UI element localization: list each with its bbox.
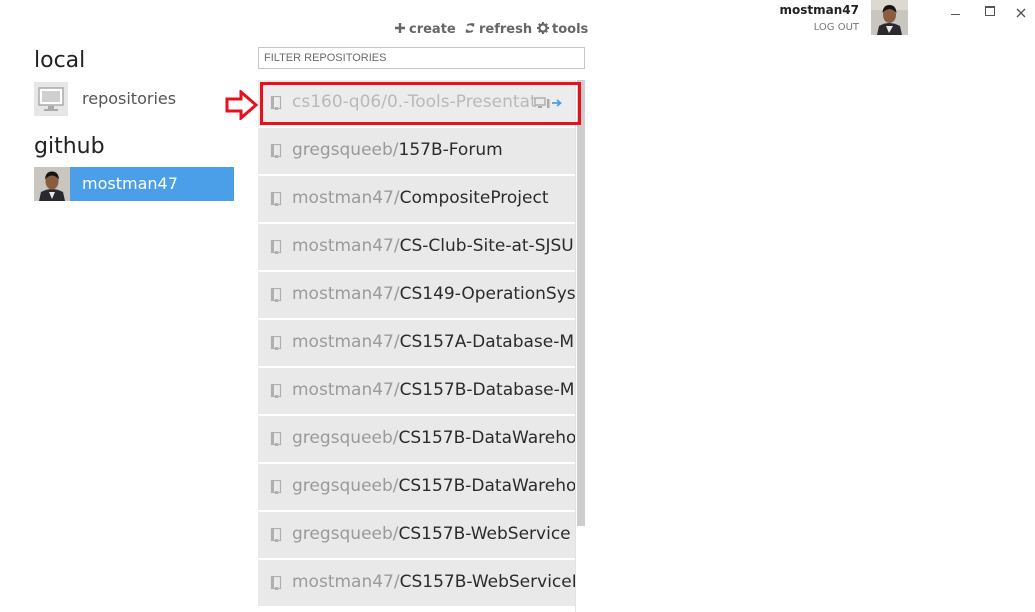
repository-name: mostman47/CompositeProject	[292, 188, 549, 208]
repository-owner: cs160-q06/	[292, 92, 387, 112]
account-avatar	[34, 167, 70, 201]
repository-item[interactable]: mostman47/CS-Club-Site-at-SJSU	[258, 224, 575, 270]
maximize-button[interactable]	[982, 5, 998, 21]
repository-title: CS157B-DataWarehou	[398, 476, 575, 496]
close-button[interactable]	[1013, 5, 1029, 21]
repository-owner: gregsqueeb/	[292, 428, 399, 448]
repository-owner: gregsqueeb/	[292, 476, 399, 496]
repository-title: CS157B-DataWarehou	[398, 428, 575, 448]
github-account-item[interactable]: mostman47	[34, 167, 234, 201]
create-label: create	[409, 22, 456, 37]
plus-icon	[395, 23, 405, 33]
book-icon	[270, 432, 282, 446]
repository-name: mostman47/CS157B-Database-Mar	[292, 380, 575, 400]
repository-list: cs160-q06/0.-Tools-Presentat gregsqueeb/1…	[258, 80, 575, 608]
repository-title: CS-Club-Site-at-SJSU	[399, 236, 574, 256]
repository-name: cs160-q06/0.-Tools-Presentat	[292, 92, 537, 112]
scrollbar-thumb[interactable]	[577, 80, 585, 526]
repository-name: gregsqueeb/CS157B-WebService	[292, 524, 571, 544]
repository-name: mostman47/CS157B-WebServicePr	[292, 572, 575, 592]
github-for-windows-app: mostman47 LOG OUT local repositories git…	[0, 0, 1035, 612]
github-heading: github	[34, 134, 105, 159]
close-icon	[1016, 8, 1026, 18]
book-icon	[270, 576, 282, 590]
repository-name: mostman47/CS-Club-Site-at-SJSU	[292, 236, 574, 256]
repository-name: mostman47/CS157A-Database-Ma	[292, 332, 575, 352]
clone-to-computer-icon[interactable]	[534, 97, 566, 109]
repository-name: gregsqueeb/157B-Forum	[292, 140, 503, 160]
repository-title: CompositeProject	[399, 188, 549, 208]
repository-owner: gregsqueeb/	[292, 140, 399, 160]
account-label: mostman47	[82, 174, 178, 193]
repository-title: 0.-Tools-Presentat	[386, 92, 537, 112]
user-block: mostman47 LOG OUT	[780, 3, 859, 35]
book-icon	[270, 192, 282, 206]
repository-title: CS157B-WebService	[398, 524, 571, 544]
repository-title: 157B-Forum	[398, 140, 503, 160]
book-icon	[270, 144, 282, 158]
logout-link[interactable]: LOG OUT	[780, 21, 859, 35]
refresh-icon	[465, 23, 475, 33]
local-repositories-item[interactable]: repositories	[34, 82, 234, 116]
refresh-label: refresh	[479, 22, 533, 37]
repository-item[interactable]: mostman47/CompositeProject	[258, 176, 575, 222]
repository-title: CS157B-WebServicePr	[399, 572, 575, 592]
repository-list-container: cs160-q06/0.-Tools-Presentat gregsqueeb/1…	[258, 80, 587, 612]
repository-owner: mostman47/	[292, 236, 400, 256]
repositories-label: repositories	[82, 89, 177, 108]
minimize-button[interactable]	[947, 5, 963, 21]
book-icon	[270, 384, 282, 398]
book-icon	[270, 96, 282, 110]
repository-title: CS157B-Database-Mar	[399, 380, 575, 400]
gear-icon	[537, 22, 549, 34]
monitor-icon	[34, 82, 68, 116]
repository-item[interactable]: mostman47/CS149-OperationSyste	[258, 272, 575, 318]
local-heading: local	[34, 48, 86, 73]
repository-name: gregsqueeb/CS157B-DataWarehou	[292, 476, 575, 496]
repository-name: gregsqueeb/CS157B-DataWarehou	[292, 428, 575, 448]
repository-item[interactable]: gregsqueeb/157B-Forum	[258, 128, 575, 174]
book-icon	[270, 480, 282, 494]
minimize-icon	[950, 14, 960, 15]
filter-repositories-input[interactable]	[258, 47, 585, 69]
book-icon	[270, 288, 282, 302]
repository-item[interactable]: mostman47/CS157B-WebServicePr	[258, 560, 575, 606]
user-avatar[interactable]	[871, 0, 908, 35]
repository-name: mostman47/CS149-OperationSyste	[292, 284, 575, 304]
create-button[interactable]: create	[394, 22, 456, 37]
book-icon	[270, 336, 282, 350]
username: mostman47	[779, 3, 859, 17]
repository-owner: mostman47/	[292, 332, 400, 352]
tools-label: tools	[552, 22, 589, 37]
repository-owner: gregsqueeb/	[292, 524, 399, 544]
refresh-button[interactable]: refresh	[464, 22, 532, 37]
book-icon	[270, 240, 282, 254]
repository-item[interactable]: gregsqueeb/CS157B-DataWarehou	[258, 464, 575, 510]
book-icon	[270, 528, 282, 542]
repository-owner: mostman47/	[292, 572, 400, 592]
repository-owner: mostman47/	[292, 380, 400, 400]
maximize-icon	[985, 6, 995, 16]
repository-item[interactable]: cs160-q06/0.-Tools-Presentat	[258, 80, 575, 126]
tools-button[interactable]: tools	[537, 22, 588, 37]
repository-title: CS149-OperationSyste	[399, 284, 575, 304]
repository-item[interactable]: gregsqueeb/CS157B-WebService	[258, 512, 575, 558]
repository-item[interactable]: mostman47/CS157A-Database-Ma	[258, 320, 575, 366]
repository-item[interactable]: mostman47/CS157B-Database-Mar	[258, 368, 575, 414]
repository-item[interactable]: gregsqueeb/CS157B-DataWarehou	[258, 416, 575, 462]
repository-title: CS157A-Database-Ma	[399, 332, 575, 352]
repository-owner: mostman47/	[292, 188, 400, 208]
repository-owner: mostman47/	[292, 284, 400, 304]
